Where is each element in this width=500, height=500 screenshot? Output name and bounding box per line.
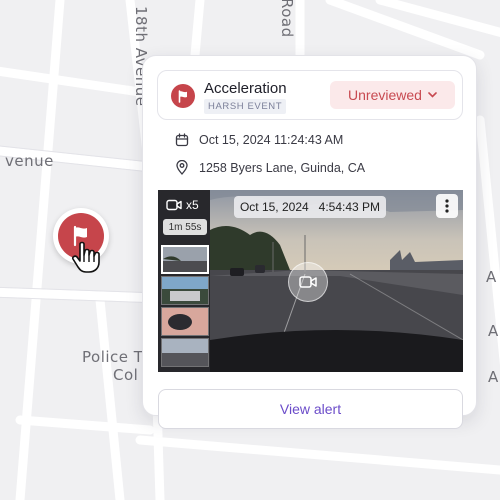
street-label-avenue: venue [5, 152, 54, 170]
camera-count-value: x5 [186, 198, 199, 212]
status-dropdown[interactable]: Unreviewed [330, 81, 455, 109]
event-header: Acceleration HARSH EVENT Unreviewed [157, 70, 463, 120]
camera-thumb-2[interactable] [161, 276, 209, 305]
event-title: Acceleration [204, 80, 287, 97]
video-camera-icon [299, 276, 317, 288]
event-location: 1258 Byers Lane, Guinda, CA [199, 160, 366, 175]
view-alert-button[interactable]: View alert [158, 389, 463, 429]
timestamp-date: Oct 15, 2024 [239, 200, 309, 214]
event-popup-card: Acceleration HARSH EVENT Unreviewed Oct … [142, 55, 477, 429]
flag-icon [178, 89, 187, 103]
pin-badge [58, 213, 104, 259]
thumb-side-camera [162, 277, 208, 304]
event-map-pin[interactable] [53, 208, 109, 264]
dashcam-video-player[interactable]: x5 1m 55s Oct 15, 2024 4:54:43 PM [158, 190, 463, 372]
camera-thumb-4[interactable] [161, 338, 209, 367]
event-type-badge [171, 84, 195, 108]
event-datetime: Oct 15, 2024 11:24:43 AM [199, 133, 344, 147]
calendar-icon [175, 133, 189, 147]
event-location-row: 1258 Byers Lane, Guinda, CA [175, 160, 365, 175]
timestamp-time: 4:54:43 PM [318, 200, 381, 214]
place-label-col: Col [113, 366, 139, 384]
camera-thumb-1[interactable] [161, 245, 209, 274]
street-label-road: Road [278, 0, 296, 38]
thumb-mirror-camera [162, 308, 208, 335]
camera-count: x5 [166, 198, 199, 212]
street-label-right-2: A [488, 322, 499, 340]
event-subtitle: HARSH EVENT [204, 99, 287, 114]
thumb-rear-camera [162, 339, 208, 366]
place-label-police: Police T [82, 348, 144, 366]
status-label: Unreviewed [348, 87, 422, 103]
chevron-down-icon [428, 92, 437, 98]
video-camera-icon [166, 199, 182, 211]
street-label-right: A [486, 268, 497, 286]
flag-icon [73, 225, 87, 247]
kebab-menu-icon [445, 199, 449, 213]
video-timestamp: Oct 15, 2024 4:54:43 PM [234, 196, 386, 218]
camera-thumbnails: x5 1m 55s [158, 190, 210, 372]
camera-thumb-3[interactable] [161, 307, 209, 336]
play-video-button[interactable] [288, 262, 328, 302]
event-datetime-row: Oct 15, 2024 11:24:43 AM [175, 133, 343, 147]
video-duration: 1m 55s [163, 219, 207, 235]
location-pin-icon [176, 160, 188, 175]
street-label-right-3: A [488, 368, 499, 386]
thumb-front-camera [163, 247, 207, 272]
more-options-button[interactable] [436, 194, 458, 218]
